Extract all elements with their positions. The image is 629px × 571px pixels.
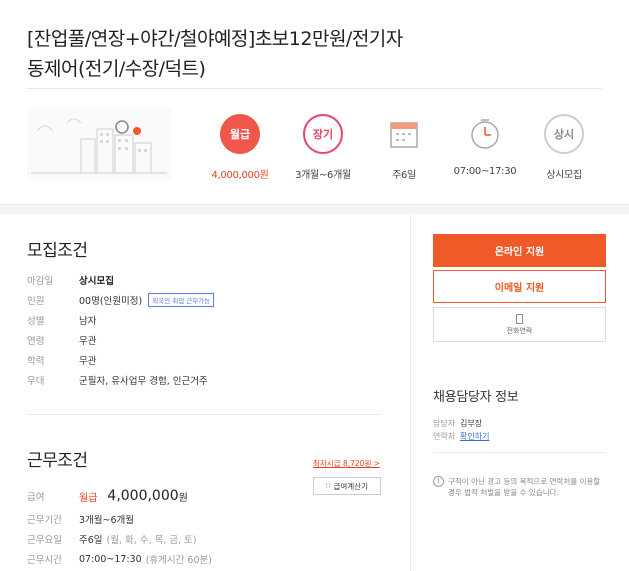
- work-title: 근무조건: [27, 451, 88, 471]
- summary-days-label: 주6일: [392, 170, 416, 181]
- row-key: 학력: [27, 356, 45, 367]
- row-key: 담당자: [433, 419, 456, 428]
- recruit-row-age: 연령 무관: [27, 330, 214, 350]
- row-key: 연령: [27, 336, 45, 347]
- salary-calculator-button[interactable]: ∷ 급여계산기: [313, 477, 381, 495]
- row-value: 남자: [79, 316, 97, 327]
- column-divider: [410, 214, 411, 571]
- phone-contact-button[interactable]: 전화연락: [433, 307, 606, 342]
- calendar-icon: [384, 114, 424, 154]
- legal-notice: ! 구직이 아닌 광고 등의 목적으로 연락처를 이용할 경우 법적 처벌을 받…: [433, 476, 606, 498]
- job-title: [잔업풀/연장+야간/철야예정]초보12만원/전기자 동제어(전기/수장/덕트): [27, 24, 447, 84]
- job-title-line-1: [잔업풀/연장+야간/철야예정]초보12만원/전기자: [27, 28, 403, 50]
- calculator-icon: ∷: [326, 482, 331, 490]
- company-building-illustration: [27, 109, 171, 179]
- email-apply-button[interactable]: 이메일 지원: [433, 270, 606, 303]
- row-key: 연락처: [433, 432, 456, 441]
- work-section: 근무조건 급여 월급 4,000,000 원 근무기간 3개월~6개월 근무요일…: [27, 446, 212, 569]
- row-key: 인원: [27, 296, 45, 307]
- summary-period: 장기 3개월~6개월: [283, 114, 363, 181]
- phone-icon: [516, 313, 523, 324]
- clock-icon: [465, 114, 505, 154]
- row-value: 07:00~17:30: [79, 553, 142, 565]
- pay-icon: 월급: [220, 114, 260, 154]
- row-key: 근무요일: [27, 535, 62, 546]
- job-title-line-2: 동제어(전기/수장/덕트): [27, 58, 206, 80]
- salary-amount: 4,000,000: [107, 488, 179, 504]
- row-note: (휴게시간 60분): [145, 555, 212, 566]
- min-wage-link[interactable]: 최저시급 8,720원 >: [313, 458, 380, 469]
- row-value: 주6일: [79, 535, 103, 546]
- divider: [27, 414, 381, 415]
- section-band: [0, 204, 629, 214]
- work-row-period: 근무기간 3개월~6개월: [27, 509, 212, 529]
- recruit-row-gender: 성별 남자: [27, 310, 214, 330]
- row-value: 무관: [79, 356, 97, 367]
- info-icon: !: [433, 476, 444, 487]
- salary-type: 월급: [79, 492, 98, 504]
- summary-hours-label: 07:00~17:30: [453, 166, 517, 177]
- always-icon: 상시: [544, 114, 584, 154]
- summary-hours: 07:00~17:30: [445, 114, 525, 177]
- calculator-label: 급여계산기: [333, 481, 368, 491]
- work-row-salary: 급여 월급 4,000,000 원: [27, 483, 212, 509]
- period-icon: 장기: [303, 114, 343, 154]
- row-value: 무관: [79, 336, 97, 347]
- notice-text: 구직이 아닌 광고 등의 목적으로 연락처를 이용할 경우 법적 처벌을 받을 …: [448, 477, 601, 497]
- work-row-days: 근무요일 주6일 (월, 화, 수, 목, 금, 토): [27, 529, 212, 549]
- contact-row-phone: 연락처 확인하기: [433, 431, 489, 442]
- recruit-row-preference: 우대 군필자, 유사업무 경험, 인근거주: [27, 370, 214, 390]
- row-note: (월, 화, 수, 목, 금, 토): [106, 535, 197, 546]
- contact-row-manager: 담당자 김부장: [433, 418, 482, 429]
- contact-title: 채용담당자 정보: [433, 390, 519, 405]
- recruit-title: 모집조건: [27, 241, 88, 261]
- row-value: 상시모집: [79, 276, 114, 287]
- divider: [433, 452, 606, 453]
- online-apply-button[interactable]: 온라인 지원: [433, 234, 606, 267]
- summary-always-label: 상시모집: [546, 170, 582, 181]
- row-key: 근무기간: [27, 515, 62, 526]
- row-key: 급여: [27, 492, 45, 503]
- row-key: 성별: [27, 316, 45, 327]
- recruit-row-education: 학력 무관: [27, 350, 214, 370]
- recruit-section: 모집조건 마감일 상시모집 인원 00명(인원미정) 외국인 취업 근무가능 성…: [27, 236, 215, 390]
- row-key: 근무시간: [27, 555, 62, 566]
- phone-reveal-link[interactable]: 확인하기: [460, 431, 489, 442]
- summary-always: 상시 상시모집: [524, 114, 604, 181]
- recruit-row-deadline: 마감일 상시모집: [27, 270, 214, 290]
- row-value: 00명(인원미정): [79, 296, 143, 307]
- row-value: 군필자, 유사업무 경험, 인근거주: [79, 376, 208, 387]
- summary-pay-label: 4,000,000원: [211, 170, 269, 181]
- summary-bar: 월급 4,000,000원 장기 3개월~6개월 주6일 07:00~17:30: [27, 100, 602, 200]
- phone-contact-label: 전화연락: [506, 326, 533, 335]
- divider: [27, 88, 602, 89]
- recruit-row-headcount: 인원 00명(인원미정) 외국인 취업 근무가능: [27, 290, 215, 310]
- summary-period-label: 3개월~6개월: [295, 170, 351, 181]
- summary-pay: 월급 4,000,000원: [200, 114, 280, 181]
- row-key: 마감일: [27, 276, 54, 287]
- work-row-hours: 근무시간 07:00~17:30 (휴게시간 60분): [27, 549, 212, 569]
- summary-days: 주6일: [364, 114, 444, 181]
- row-key: 우대: [27, 376, 45, 387]
- row-value: 김부장: [460, 419, 483, 428]
- row-value: 3개월~6개월: [79, 515, 135, 526]
- salary-unit: 원: [178, 492, 188, 504]
- main-content: 모집조건 마감일 상시모집 인원 00명(인원미정) 외국인 취업 근무가능 성…: [27, 214, 397, 571]
- foreigner-tag: 외국인 취업 근무가능: [148, 293, 215, 307]
